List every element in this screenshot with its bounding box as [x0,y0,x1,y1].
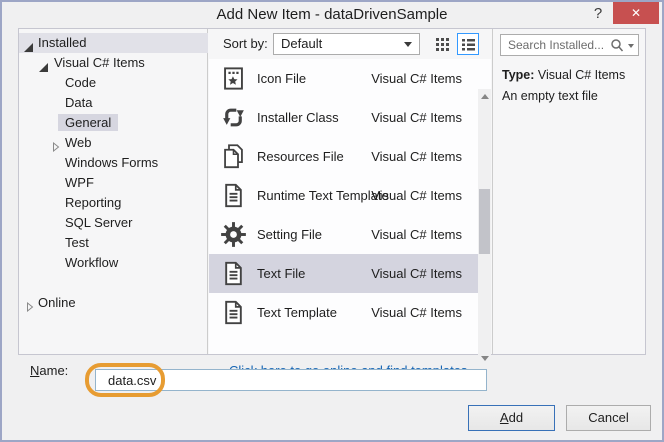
search-box[interactable] [500,34,639,56]
tree-item-general[interactable]: General [19,113,208,133]
template-row-resources-file[interactable]: Resources File Visual C# Items [209,137,479,176]
title-bar: Add New Item - dataDrivenSample ? ✕ [2,2,662,28]
tree-item-label: Windows Forms [65,153,158,173]
tree-item-label: Code [65,73,96,93]
chevron-down-icon[interactable] [628,44,634,48]
template-name: Text File [257,254,305,293]
template-name: Text Template [257,293,337,332]
template-category: Visual C# Items [371,59,462,98]
tree-item-label: Installed [38,33,86,53]
template-name: Icon File [257,59,306,98]
list-view-icon [461,38,475,51]
tree-item-installed[interactable]: Installed [19,33,208,53]
tree-item-reporting[interactable]: Reporting [19,193,208,213]
collapsed-triangle-icon[interactable] [26,298,34,318]
small-icons-view-icon [435,37,449,51]
add-button[interactable]: Add [468,405,555,431]
template-category: Visual C# Items [371,293,462,332]
search-icon [610,38,624,53]
template-name: Runtime Text Template [257,176,389,215]
template-row-runtime-text-template[interactable]: Runtime Text Template Visual C# Items [209,176,479,215]
template-row-setting-file[interactable]: Setting File Visual C# Items [209,215,479,254]
tree-item-label: Reporting [65,193,121,213]
template-list: Icon File Visual C# Items Installer Clas… [209,59,491,354]
template-name: Installer Class [257,98,339,137]
tree-item-test[interactable]: Test [19,233,208,253]
template-row-text-file-selected[interactable]: Text File Visual C# Items [209,254,479,293]
tree-item-label-selected: General [58,114,118,131]
content-area: Installed Visual C# Items Code Data Gene… [18,28,646,355]
tree-item-label: Data [65,93,92,113]
template-row-text-template[interactable]: Text Template Visual C# Items [209,293,479,332]
sort-by-dropdown[interactable]: Default [273,33,420,55]
text-template-icon [220,299,247,326]
template-category: Visual C# Items [371,176,462,215]
template-category: Visual C# Items [371,254,462,293]
text-template-icon [220,182,247,209]
list-view-button[interactable] [457,33,479,55]
installer-class-icon [220,104,247,131]
tree-item-online[interactable]: Online [19,293,208,313]
template-description: An empty text file [502,86,625,107]
help-button[interactable]: ? [590,5,606,22]
cancel-button[interactable]: Cancel [566,405,651,431]
setting-gear-icon [220,221,247,248]
close-icon: ✕ [631,6,641,20]
tree-item-code[interactable]: Code [19,73,208,93]
template-row-installer-class[interactable]: Installer Class Visual C# Items [209,98,479,137]
text-file-icon [220,260,247,287]
chevron-down-icon [404,42,412,47]
tree-item-label: Online [38,293,76,313]
scroll-up-button[interactable] [478,89,491,104]
tree-item-visual-csharp-items[interactable]: Visual C# Items [19,53,208,73]
scrollbar-thumb[interactable] [479,189,490,254]
dialog-title: Add New Item - dataDrivenSample [2,2,662,28]
tree-item-label: WPF [65,173,94,193]
info-panel: Type: Visual C# Items An empty text file [492,29,645,354]
list-scrollbar[interactable] [478,89,491,366]
tree-item-data[interactable]: Data [19,93,208,113]
close-button[interactable]: ✕ [613,2,659,24]
icon-file-icon [220,65,247,92]
template-category: Visual C# Items [371,137,462,176]
tree-item-web[interactable]: Web [19,133,208,153]
tree-item-label: SQL Server [65,213,132,233]
template-category: Visual C# Items [371,215,462,254]
add-new-item-dialog: Add New Item - dataDrivenSample ? ✕ Inst… [0,0,664,442]
type-label: Type: [502,68,534,82]
type-value: Visual C# Items [538,68,625,82]
template-info: Type: Visual C# Items An empty text file [502,65,625,107]
tree-item-wpf[interactable]: WPF [19,173,208,193]
resources-file-icon [220,143,247,170]
small-icons-view-button[interactable] [431,33,453,55]
template-row-icon-file[interactable]: Icon File Visual C# Items [209,59,479,98]
name-label: Name: [30,360,68,382]
template-name: Resources File [257,137,344,176]
help-icon: ? [594,5,602,22]
tree-item-label: Visual C# Items [54,53,145,73]
triangle-up-icon [481,94,489,99]
tree-item-label: Web [65,133,92,153]
sort-by-value: Default [281,36,322,51]
triangle-down-icon [481,356,489,361]
category-tree: Installed Visual C# Items Code Data Gene… [19,29,208,354]
template-category: Visual C# Items [371,98,462,137]
name-input[interactable] [95,369,487,391]
template-name: Setting File [257,215,322,254]
template-list-column: Sort by: Default [209,29,491,354]
sort-by-label: Sort by: [223,29,268,59]
sort-toolbar: Sort by: Default [209,29,491,59]
tree-item-label: Test [65,233,89,253]
tree-item-label: Workflow [65,253,118,273]
tree-item-workflow[interactable]: Workflow [19,253,208,273]
tree-item-windows-forms[interactable]: Windows Forms [19,153,208,173]
tree-item-sql-server[interactable]: SQL Server [19,213,208,233]
